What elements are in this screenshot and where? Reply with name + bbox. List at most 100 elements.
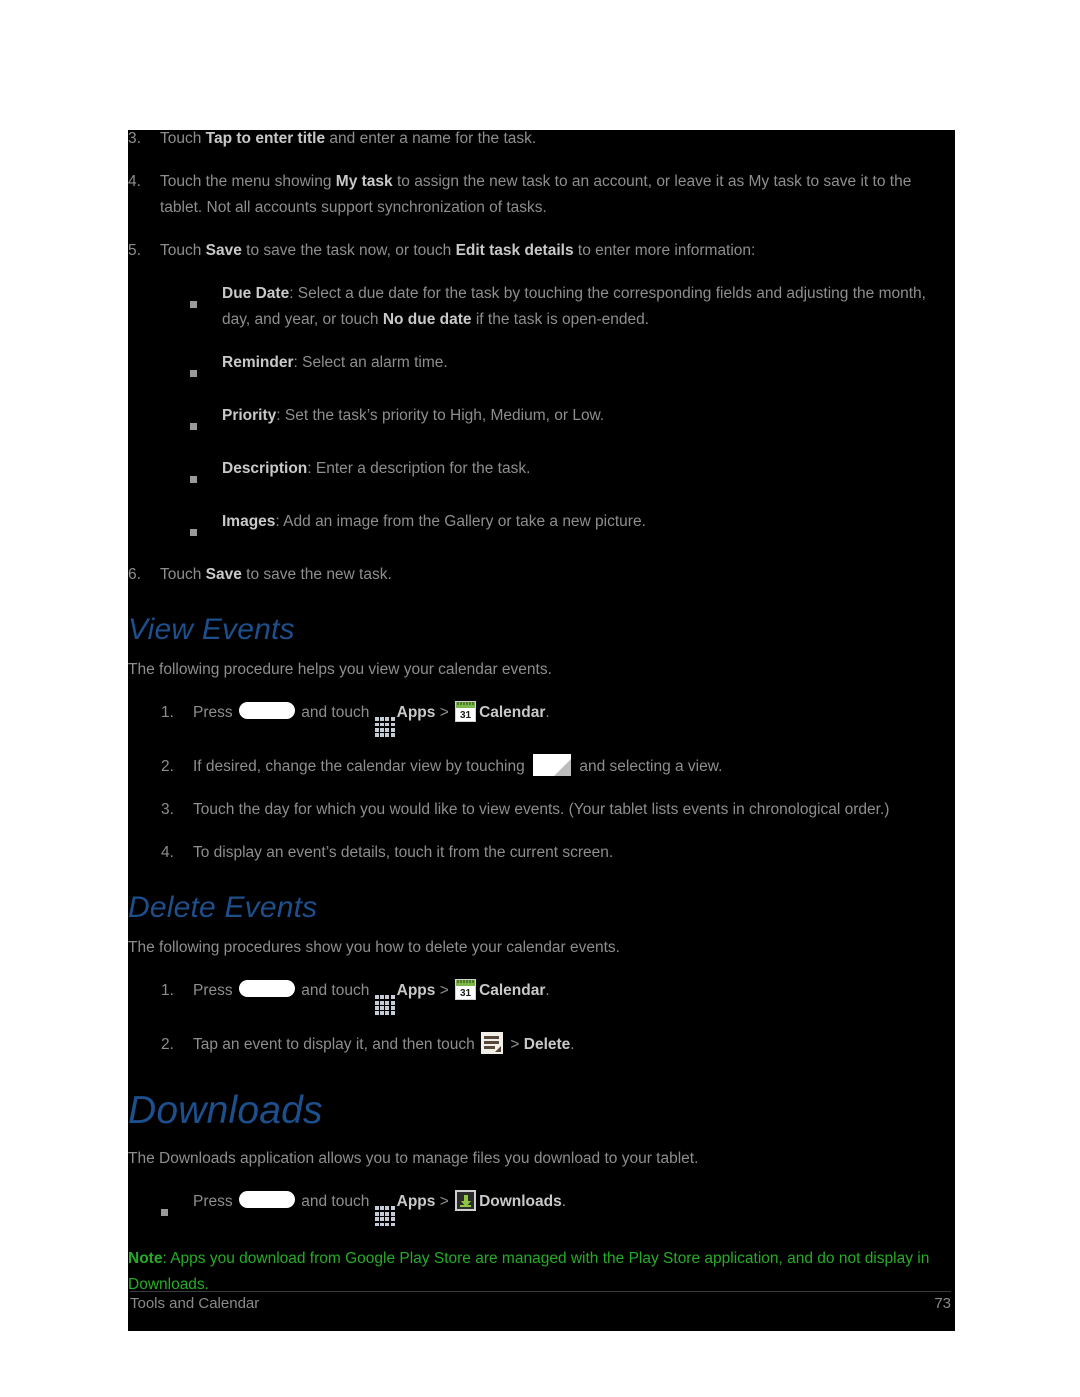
footer-chapter-title: Tools and Calendar: [130, 1295, 260, 1312]
bold-term: Images: [222, 513, 276, 530]
text-segment: .: [561, 1193, 567, 1211]
square-bullet-icon: [190, 509, 222, 545]
text-segment: >: [435, 1193, 454, 1211]
chapter-heading-downloads: Downloads: [128, 1089, 323, 1133]
text-segment: >: [435, 982, 454, 1000]
calendar-label: Calendar: [479, 982, 546, 1000]
square-bullet-icon: [161, 1189, 193, 1226]
bold-term: Due Date: [222, 285, 290, 302]
apps-label: Apps: [396, 982, 436, 1000]
note-text: : Apps you download from Google Play Sto…: [128, 1250, 930, 1294]
section-intro: The following procedures show you how to…: [128, 939, 620, 957]
list-item: 6. Touch Save to save the new task.: [128, 562, 955, 588]
square-bullet-icon: [190, 456, 222, 492]
list-item: Due Date: Select a due date for the task…: [190, 281, 955, 333]
list-text: Reminder: Select an alarm time.: [222, 350, 955, 386]
text-segment: and enter a name for the task.: [325, 130, 537, 147]
list-item: 2. Tap an event to display it, and then …: [161, 1032, 955, 1058]
text-segment: >: [435, 704, 454, 721]
page-content: 3. Touch Tap to enter title and enter a …: [128, 130, 955, 1298]
calendar-icon[interactable]: 31: [455, 979, 477, 1001]
calendar-icon[interactable]: 31: [455, 701, 477, 722]
home-key-icon[interactable]: [238, 1191, 295, 1209]
downloads-arrow-icon[interactable]: [455, 1190, 477, 1212]
text-segment: Touch the menu showing: [160, 173, 336, 190]
list-item: 2. If desired, change the calendar view …: [161, 754, 955, 780]
bold-term: Save: [205, 566, 242, 583]
list-item: 1. Press and touch Apps > 31 Calendar.: [161, 978, 955, 1016]
apps-grid-icon[interactable]: [374, 1206, 395, 1227]
list-text: Press and touch Apps > Downloads.: [193, 1189, 955, 1227]
bold-term: My task: [335, 173, 393, 190]
bold-term: Reminder: [222, 354, 294, 371]
text-segment: Press: [193, 704, 237, 721]
menu-list-icon[interactable]: [481, 1032, 504, 1055]
apps-grid-icon[interactable]: [374, 717, 395, 738]
section-intro: The following procedure helps you view y…: [128, 661, 552, 678]
list-text: Press and touch Apps > 31 Calendar.: [193, 978, 955, 1016]
list-marker: 6.: [128, 566, 141, 583]
list-text: Touch Tap to enter title and enter a nam…: [160, 130, 955, 152]
text-segment: to save the new task.: [241, 566, 392, 583]
list-item: 1. Press and touch Apps > 31 Calendar.: [161, 700, 955, 738]
text-segment: and touch: [296, 704, 374, 721]
footer-divider: [130, 1291, 951, 1292]
calendar-day-number: 31: [460, 710, 472, 721]
home-key-icon[interactable]: [238, 980, 295, 998]
list-text: Tap an event to display it, and then tou…: [193, 1032, 955, 1058]
text-segment: : Select an alarm time.: [293, 354, 448, 371]
text-segment: Touch: [160, 566, 206, 583]
apps-label: Apps: [396, 704, 436, 721]
section-intro: The Downloads application allows you to …: [128, 1150, 699, 1168]
list-marker: 4.: [128, 173, 141, 190]
text-segment: to enter more information:: [573, 242, 756, 259]
list-item: 4. To display an event’s details, touch …: [161, 840, 955, 866]
text-segment: .: [570, 1036, 575, 1054]
list-text: Priority: Set the task’s priority to Hig…: [222, 403, 955, 439]
text-segment: Tap an event to display it, and then tou…: [193, 1036, 480, 1054]
bold-term: Priority: [222, 407, 277, 424]
list-marker: 3.: [128, 130, 141, 147]
downloads-label: Downloads: [479, 1193, 562, 1211]
text-segment: and touch: [296, 982, 374, 1000]
bold-term: Edit task details: [455, 242, 574, 259]
text-segment: to save the task now, or touch: [241, 242, 456, 259]
apps-grid-icon[interactable]: [374, 995, 395, 1016]
list-marker: 2.: [161, 758, 174, 776]
list-item: 3. Touch Tap to enter title and enter a …: [128, 130, 955, 152]
list-marker: 2.: [161, 1036, 174, 1054]
text-segment: and touch: [296, 1193, 374, 1211]
list-item: 5. Touch Save to save the task now, or t…: [128, 238, 955, 264]
list-item: Priority: Set the task’s priority to Hig…: [190, 403, 955, 439]
square-bullet-icon: [190, 281, 222, 333]
list-marker: 5.: [128, 242, 141, 259]
text-segment: >: [506, 1036, 524, 1054]
list-text: To display an event’s details, touch it …: [193, 844, 614, 862]
calendar-view-selector-icon[interactable]: [533, 754, 572, 777]
text-segment: Press: [193, 982, 237, 1000]
text-segment: If desired, change the calendar view by …: [193, 758, 530, 776]
list-text: Touch Save to save the task now, or touc…: [160, 238, 955, 264]
page-footer: Tools and Calendar 73: [128, 1291, 955, 1314]
list-text: Images: Add an image from the Gallery or…: [222, 509, 955, 545]
list-marker: 4.: [161, 844, 174, 862]
list-item: 3. Touch the day for which you would lik…: [161, 797, 955, 823]
list-text: Description: Enter a description for the…: [222, 456, 955, 492]
document-page: 3. Touch Tap to enter title and enter a …: [128, 130, 955, 1331]
section-heading-delete-events: Delete Events: [128, 891, 318, 925]
bold-term: Tap to enter title: [205, 130, 326, 147]
list-text: Touch the menu showing My task to assign…: [160, 169, 955, 221]
list-text: Due Date: Select a due date for the task…: [222, 281, 955, 333]
note-label: Note: [128, 1250, 163, 1268]
square-bullet-icon: [190, 403, 222, 439]
list-text: Press and touch Apps > 31 Calendar.: [193, 700, 955, 738]
apps-label: Apps: [396, 1193, 436, 1211]
text-segment: : Set the task’s priority to High, Mediu…: [276, 407, 605, 424]
list-marker: 1.: [161, 704, 174, 721]
list-text: Touch Save to save the new task.: [160, 562, 955, 588]
square-bullet-icon: [190, 350, 222, 386]
text-segment: : Add an image from the Gallery or take …: [275, 513, 646, 530]
text-segment: and selecting a view.: [575, 758, 723, 776]
calendar-day-number: 31: [460, 988, 472, 1000]
home-key-icon[interactable]: [238, 702, 295, 719]
